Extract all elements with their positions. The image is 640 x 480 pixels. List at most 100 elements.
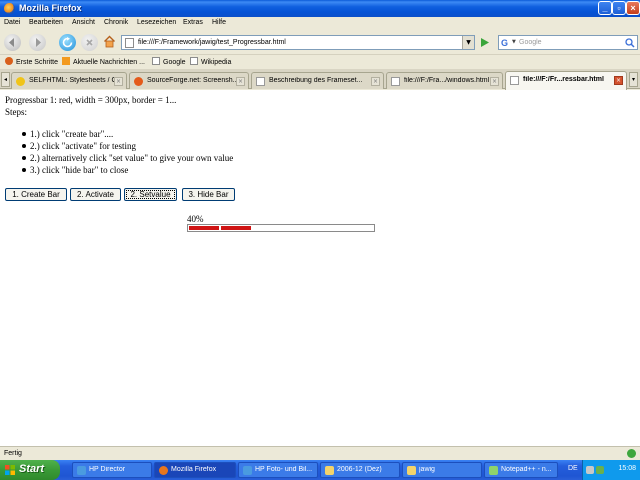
page-icon [125,38,134,48]
address-bar[interactable]: file:///F:/Framework/jawig/test_Progress… [121,35,475,50]
url-text[interactable]: file:///F:/Framework/jawig/test_Progress… [138,39,286,46]
bookmark-erste-schritte[interactable]: Erste Schritte [5,57,58,67]
bookmark-label: Aktuelle Nachrichten ... [73,59,145,66]
taskbar-item-label: HP Director [89,466,126,473]
favicon-icon [134,77,143,86]
taskbar-item-label: Notepad++ - n... [501,466,552,473]
start-label: Start [19,463,45,475]
status-text: Fertig [4,450,22,457]
menu-bearbeiten[interactable]: Bearbeiten [29,19,63,26]
search-placeholder[interactable]: Google [519,39,542,46]
bookmark-label: Google [163,59,186,66]
hp-icon [77,466,86,475]
taskbar-item-label: 2006-12 (Dez) [337,466,382,473]
windows-logo-icon [5,465,15,475]
tab-windows[interactable]: file:///F:/Fra.../windows.html × [386,72,503,89]
folder-icon [325,466,334,475]
tab-sourceforge[interactable]: SourceForge.net: Screensh... × [129,72,249,89]
tab-close-icon[interactable]: × [614,76,623,85]
bookmark-google[interactable]: Google [152,57,186,67]
steps-list: 1.) click "create bar".... 2.) click "ac… [22,128,233,176]
menu-hilfe[interactable]: Hilfe [212,19,226,26]
taskbar-item-hp-director[interactable]: HP Director [72,462,152,478]
taskbar: Start HP Director Mozilla Firefox HP Fot… [0,460,640,480]
taskbar-item-folder-jawig[interactable]: jawig [402,462,482,478]
status-bar: Fertig [0,446,640,460]
tab-selfhtml[interactable]: SELFHTML: Stylesheets / C... × [11,72,127,89]
page-content: Progressbar 1: red, width = 300px, borde… [0,90,640,446]
clock: 15:08 [618,465,636,472]
bookmark-label: Wikipedia [201,59,232,66]
firefox-icon [159,466,168,475]
activate-button[interactable]: 2. Activate [70,188,121,201]
system-tray: 15:08 [582,460,640,480]
tab-close-icon[interactable]: × [371,77,380,86]
go-button[interactable] [478,36,492,49]
list-item: 2.) click "activate" for testing [22,140,233,152]
menu-chronik[interactable]: Chronik [104,19,128,26]
search-box[interactable]: G ▼ Google [498,35,638,50]
progress-percent-label: 40% [187,214,204,224]
go-arrow-icon [481,38,489,47]
menu-lesezeichen[interactable]: Lesezeichen [137,19,176,26]
taskbar-item-notepad[interactable]: Notepad++ - n... [484,462,558,478]
hp-icon [243,466,252,475]
language-indicator[interactable]: DE [568,465,578,472]
maximize-button[interactable]: ▫ [612,1,626,15]
tab-close-icon[interactable]: × [236,77,245,86]
page-icon [152,57,160,65]
taskbar-item-label: Mozilla Firefox [171,466,217,473]
tab-label: SELFHTML: Stylesheets / C... [29,77,115,84]
bookmark-aktuelle-nachrichten[interactable]: Aktuelle Nachrichten ... [62,57,145,67]
arrow-left-icon [9,38,14,47]
favicon-icon [510,76,519,85]
bookmarks-toolbar: Erste Schritte Aktuelle Nachrichten ... … [0,55,640,69]
tab-list-button[interactable]: ▾ [629,72,638,87]
favicon-icon [16,77,25,86]
history-dropdown-button[interactable]: ▼ [462,36,474,49]
favicon-icon [391,77,400,86]
tray-app-icon[interactable] [596,466,604,474]
arrow-right-icon [36,38,41,47]
tab-label: SourceForge.net: Screensh... [147,77,237,84]
close-button[interactable]: × [626,1,640,15]
search-engine-dropdown-icon[interactable]: ▼ [512,39,516,45]
tab-progressbar[interactable]: file:///F:/Fr...ressbar.html × [505,71,627,90]
google-icon[interactable]: G [501,38,511,48]
taskbar-item-label: jawig [419,466,435,473]
firefox-icon [4,3,15,14]
progressbar-description: Progressbar 1: red, width = 300px, borde… [5,95,177,105]
navigation-toolbar: file:///F:/Framework/jawig/test_Progress… [0,30,640,55]
status-ok-icon [627,449,636,458]
menu-bar: Datei Bearbeiten Ansicht Chronik Lesezei… [0,17,640,30]
menu-datei[interactable]: Datei [4,19,20,26]
start-button[interactable]: Start [0,460,60,480]
taskbar-item-folder-2006-12[interactable]: 2006-12 (Dez) [320,462,400,478]
taskbar-item-firefox[interactable]: Mozilla Firefox [154,462,236,478]
tab-frameset[interactable]: Beschreibung des Frameset... × [251,72,384,89]
tab-label: Beschreibung des Frameset... [269,77,363,84]
bookmark-wikipedia[interactable]: Wikipedia [190,57,231,67]
minimize-button[interactable]: _ [598,1,612,15]
forward-button[interactable] [29,34,46,51]
back-button[interactable] [4,34,21,51]
bookmark-label: Erste Schritte [16,59,59,66]
menu-ansicht[interactable]: Ansicht [72,19,95,26]
taskbar-item-hp-foto[interactable]: HP Foto- und Bil... [238,462,318,478]
tab-scroll-left-button[interactable]: ◂ [1,72,10,87]
title-bar: Mozilla Firefox _ ▫ × [0,0,640,17]
tab-close-icon[interactable]: × [114,77,123,86]
rss-icon [62,57,70,65]
tray-network-icon[interactable] [586,466,594,474]
reload-button[interactable] [59,34,76,51]
tab-close-icon[interactable]: × [490,77,499,86]
create-bar-button[interactable]: 1. Create Bar [5,188,67,201]
stop-button[interactable] [81,34,98,51]
stop-icon [86,39,93,46]
menu-extras[interactable]: Extras [183,19,203,26]
home-button[interactable] [102,34,119,51]
setvalue-button[interactable]: 2. Setvalue [124,188,177,201]
search-icon[interactable] [625,38,635,48]
progress-segment [189,226,219,230]
hide-bar-button[interactable]: 3. Hide Bar [182,188,235,201]
